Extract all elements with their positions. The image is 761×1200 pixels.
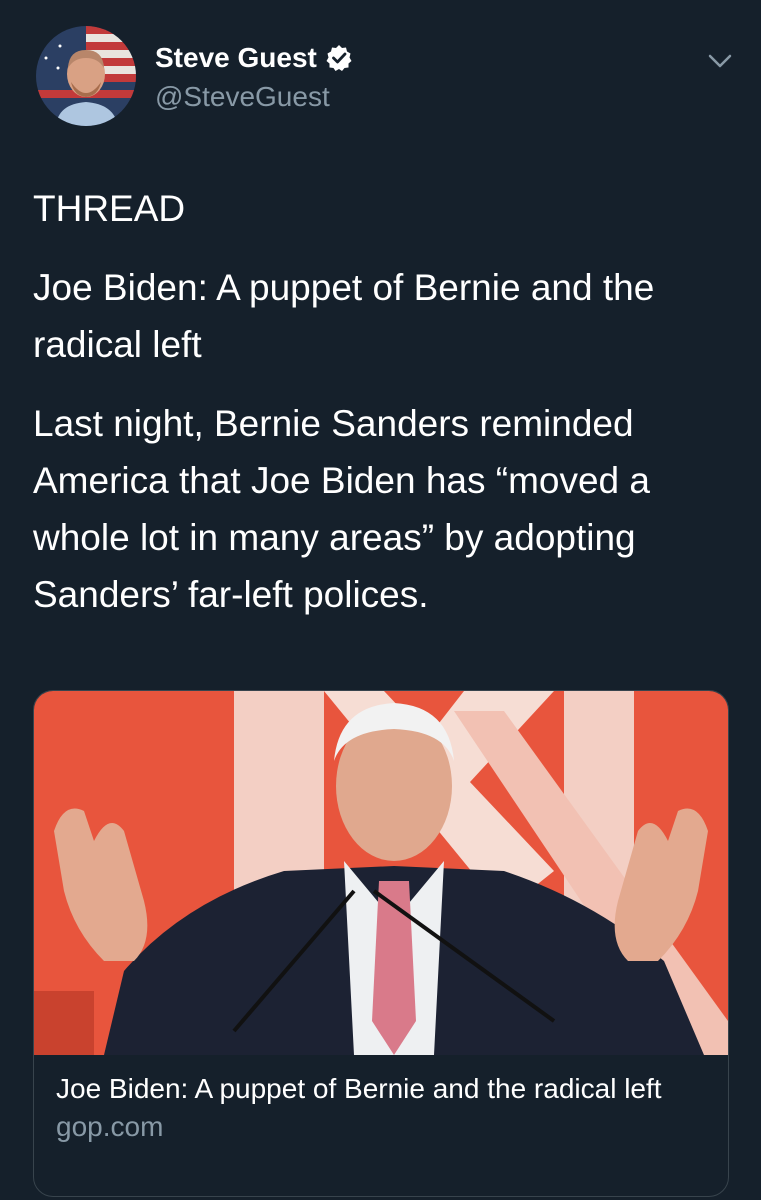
author-avatar[interactable] xyxy=(36,26,136,126)
card-domain: gop.com xyxy=(56,1111,164,1142)
author-name[interactable]: Steve Guest xyxy=(155,40,317,76)
verified-badge-icon xyxy=(325,44,353,72)
tweet-paragraph: THREAD xyxy=(33,188,186,229)
author-name-row: Steve Guest xyxy=(155,40,353,76)
tweet-text: THREAD Joe Biden: A puppet of Bernie and… xyxy=(33,180,733,645)
tweet-paragraph: Last night, Bernie Sanders reminded Amer… xyxy=(33,403,650,615)
card-title: Joe Biden: A puppet of Bernie and the ra… xyxy=(56,1073,662,1104)
card-image xyxy=(34,691,728,1055)
chevron-down-icon[interactable] xyxy=(700,48,740,76)
card-meta: Joe Biden: A puppet of Bernie and the ra… xyxy=(56,1071,706,1145)
link-preview-card[interactable]: Joe Biden: A puppet of Bernie and the ra… xyxy=(33,690,729,1197)
author-handle[interactable]: @SteveGuest xyxy=(155,80,330,114)
tweet-paragraph: Joe Biden: A puppet of Bernie and the ra… xyxy=(33,267,655,365)
avatar-image xyxy=(36,26,136,126)
